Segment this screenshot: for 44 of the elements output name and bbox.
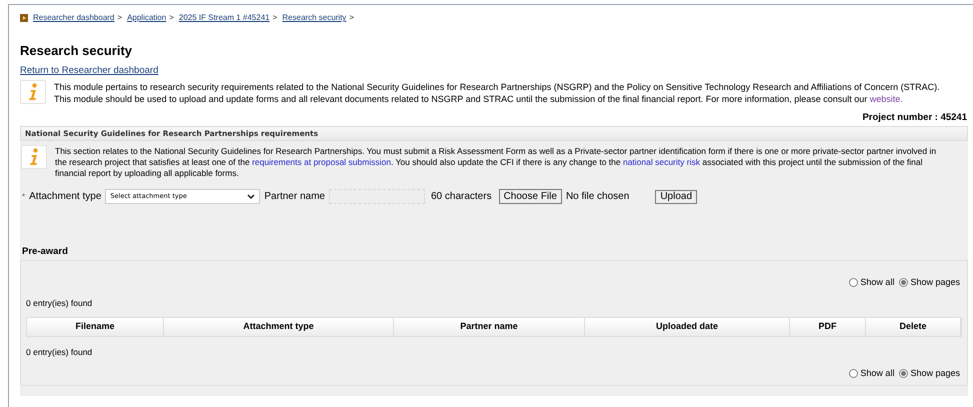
column-header[interactable]: PDF xyxy=(790,318,866,336)
attachment-type-label: Attachment type xyxy=(29,190,102,204)
radio-button[interactable] xyxy=(899,278,908,288)
pre-award-heading: Pre-award xyxy=(20,234,968,260)
return-link[interactable]: Return to Researcher dashboard xyxy=(20,65,158,77)
paragraph-link[interactable]: website. xyxy=(870,94,903,104)
partner-name-label: Partner name xyxy=(264,190,325,204)
project-number: Project number : 45241 xyxy=(862,112,967,124)
breadcrumb-separator: > xyxy=(117,13,122,23)
radio-button[interactable] xyxy=(899,368,908,378)
page-title: Research security xyxy=(20,43,134,59)
intro-paragraph: This module pertains to research security requirements related to the National Security Guidelines for Research Partnerships (NSGRP) and the Policy on Sensitive Technology Research and Affiliations of Concern (STRAC). This module should be used to upload and update forms and all relevant documents related to NSGRP and STRAC until the submission of the final financial report. For more information, please consult our website. xyxy=(54,81,941,105)
character-limit-text: 60 characters xyxy=(430,190,492,204)
radio-label: Show all xyxy=(860,366,894,380)
breadcrumb-separator: > xyxy=(272,13,278,23)
breadcrumb-separator: > xyxy=(349,13,354,23)
chevron-down-icon xyxy=(247,194,256,199)
section-paragraph: This section relates to the National Security Guidelines for Research Partnerships. You must submit a Risk Assessment Form as well as a Private-sector partner identification form if there is one or more private-sector partner involved in the research project that satisfies at least one of the requirements at proposal submission. You should also update the CFI if there is any change to the national security risk associated with this project until the submission of the final financial report by uploading all applicable forms. xyxy=(55,146,938,179)
paragraph-link[interactable]: national security risk xyxy=(622,157,700,167)
column-header[interactable]: Filename xyxy=(27,318,164,336)
info-icon xyxy=(21,145,47,169)
column-header[interactable]: Delete xyxy=(866,318,961,336)
column-header[interactable]: Attachment type xyxy=(164,318,394,336)
entry-count: 0 entry(ies) found xyxy=(26,346,94,358)
upload-button[interactable]: Upload xyxy=(655,190,698,204)
breadcrumb-icon xyxy=(20,14,28,22)
entry-count: 0 entry(ies) found xyxy=(26,298,94,308)
radio-button[interactable] xyxy=(849,368,858,378)
radio-label: Show pages xyxy=(910,276,960,289)
breadcrumb-link[interactable]: 2025 IF Stream 1 #45241 xyxy=(178,13,270,23)
paragraph-link[interactable]: requirements at proposal submission xyxy=(252,157,391,167)
radio-button[interactable] xyxy=(849,278,858,288)
radio-label: Show pages xyxy=(910,366,960,380)
choose-file-button[interactable]: Choose File xyxy=(498,189,562,204)
breadcrumb-link[interactable]: Research security xyxy=(282,13,346,23)
breadcrumb-link[interactable]: Researcher dashboard xyxy=(33,13,114,23)
column-header[interactable]: Uploaded date xyxy=(585,318,790,336)
radio-label: Show all xyxy=(860,276,894,289)
info-icon xyxy=(20,80,46,104)
breadcrumb-separator: > xyxy=(169,13,174,23)
file-status: No file chosen xyxy=(566,190,630,204)
required-mark: * xyxy=(22,190,26,202)
breadcrumb-link[interactable]: Application xyxy=(127,13,166,23)
column-header[interactable]: Partner name xyxy=(394,318,585,336)
